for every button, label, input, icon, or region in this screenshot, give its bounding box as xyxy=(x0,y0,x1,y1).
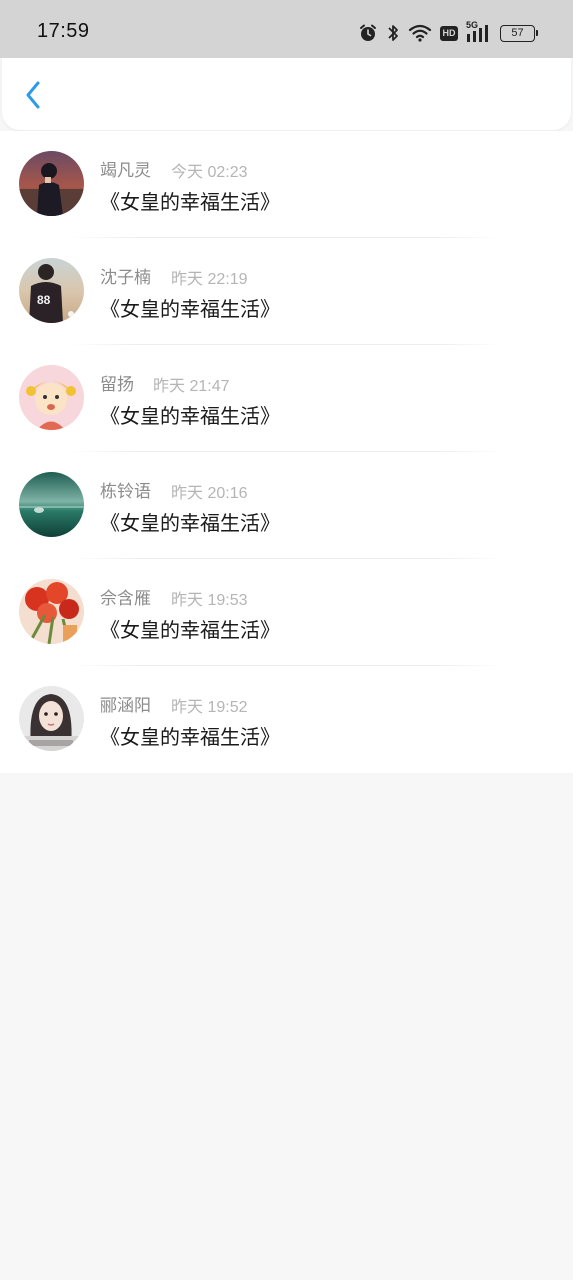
list-item[interactable]: 竭凡灵 今天 02:23 《女皇的幸福生活》 xyxy=(0,131,573,238)
nav-bar xyxy=(2,58,571,130)
battery-icon: 57 xyxy=(500,24,538,42)
svg-text:88: 88 xyxy=(37,293,51,307)
hd-icon: HD xyxy=(440,25,458,41)
message-time: 昨天 22:19 xyxy=(171,271,248,288)
signal-5g-icon: 5G xyxy=(466,20,492,43)
sender-name: 佘含雁 xyxy=(100,589,151,609)
status-icons: HD 5G 57 xyxy=(358,20,538,45)
message-text: 《女皇的幸福生活》 xyxy=(100,511,280,535)
sender-name: 沈子楠 xyxy=(100,268,151,288)
sender-name: 竭凡灵 xyxy=(100,161,151,181)
wifi-icon xyxy=(408,23,432,43)
alarm-icon xyxy=(358,23,378,43)
list-item[interactable]: 88 沈子楠 昨天 22:19 《女皇的幸福生活》 xyxy=(0,238,573,345)
avatar[interactable]: 88 xyxy=(19,258,84,323)
list-item[interactable]: 郦涵阳 昨天 19:52 《女皇的幸福生活》 xyxy=(0,666,573,773)
message-text: 《女皇的幸福生活》 xyxy=(100,618,280,642)
message-text: 《女皇的幸福生活》 xyxy=(100,404,280,428)
message-time: 今天 02:23 xyxy=(171,164,248,181)
message-time: 昨天 19:52 xyxy=(171,699,248,716)
list-item[interactable]: 栋铃语 昨天 20:16 《女皇的幸福生活》 xyxy=(0,452,573,559)
sender-name: 留扬 xyxy=(100,375,134,395)
sender-name: 郦涵阳 xyxy=(100,696,151,716)
list-item[interactable]: 佘含雁 昨天 19:53 《女皇的幸福生活》 xyxy=(0,559,573,666)
avatar[interactable] xyxy=(19,472,84,537)
list-item[interactable]: 留扬 昨天 21:47 《女皇的幸福生活》 xyxy=(0,345,573,452)
status-bar: 17:59 HD 5G 57 xyxy=(0,0,573,58)
avatar[interactable] xyxy=(19,151,84,216)
message-text: 《女皇的幸福生活》 xyxy=(100,190,280,214)
message-text: 《女皇的幸福生活》 xyxy=(100,297,280,321)
avatar[interactable] xyxy=(19,365,84,430)
avatar[interactable] xyxy=(19,686,84,751)
avatar[interactable] xyxy=(19,579,84,644)
sender-name: 栋铃语 xyxy=(100,482,151,502)
status-time: 17:59 xyxy=(37,20,90,42)
back-button[interactable] xyxy=(18,80,48,114)
message-time: 昨天 21:47 xyxy=(153,378,230,395)
message-text: 《女皇的幸福生活》 xyxy=(100,725,280,749)
message-time: 昨天 19:53 xyxy=(171,592,248,609)
chevron-left-icon xyxy=(24,80,42,114)
bluetooth-icon xyxy=(386,23,400,43)
message-list: 竭凡灵 今天 02:23 《女皇的幸福生活》 88 沈子楠 昨天 22:19 《… xyxy=(0,131,573,773)
message-time: 昨天 20:16 xyxy=(171,485,248,502)
